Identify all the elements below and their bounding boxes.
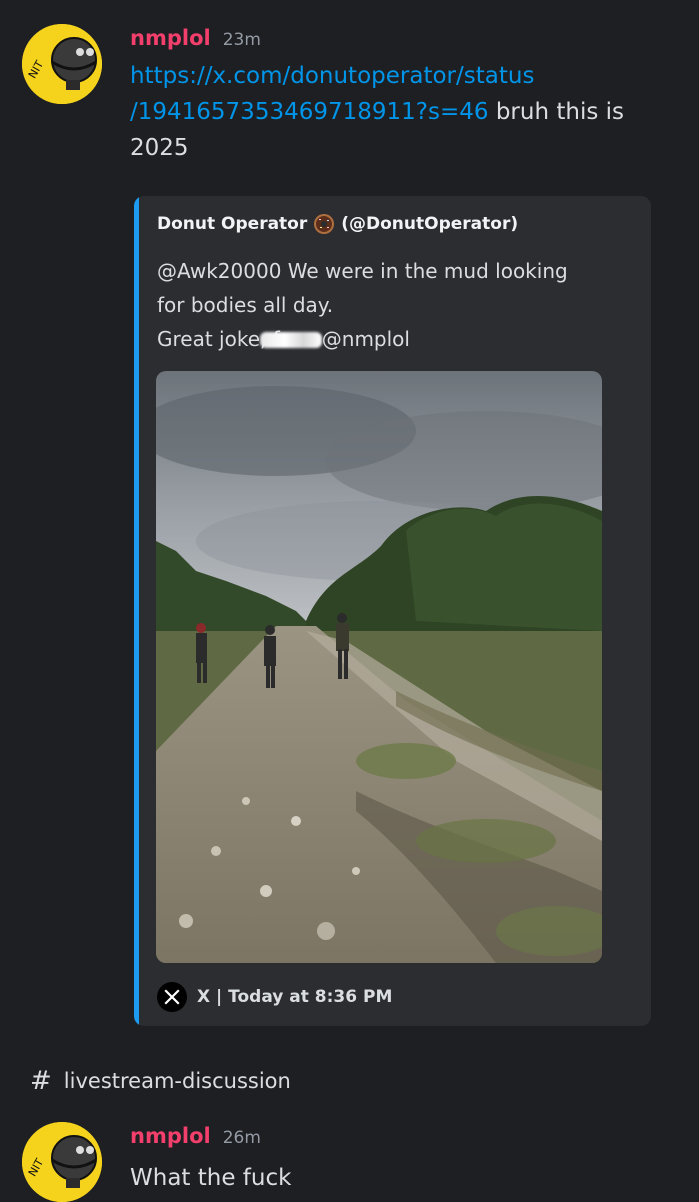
message-header: nmplol 26m — [130, 1124, 261, 1148]
embed-desc-line3: Great joke, f @nmplol — [157, 322, 627, 356]
embed-photo[interactable] — [156, 371, 602, 963]
avatar-image: NIT — [22, 1122, 102, 1202]
username[interactable]: nmplol — [130, 26, 211, 50]
embed-desc-line3-end: @nmplol — [321, 327, 410, 351]
x-logo-icon — [157, 982, 187, 1012]
status-link-line1: https://x.com/donutoperator/status — [130, 63, 535, 89]
embed-desc-line1: @Awk20000 We were in the mud looking — [157, 259, 568, 283]
message-timestamp: 23m — [222, 30, 261, 50]
link-embed: Donut Operator (@DonutOperator) @Awk2000… — [134, 196, 651, 1026]
username[interactable]: nmplol — [130, 1124, 211, 1148]
photo-dirt-road-scene — [156, 371, 602, 963]
avatar-image: NIT — [22, 24, 102, 104]
message-text: What the fuck — [130, 1165, 292, 1191]
embed-description: @Awk20000 We were in the mud looking for… — [157, 254, 627, 356]
message-header: nmplol 23m — [130, 26, 261, 50]
message-content: https://x.com/donutoperator/status/19416… — [130, 58, 659, 166]
user-avatar[interactable]: NIT — [22, 1122, 102, 1202]
status-link-line2: /1941657353469718911?s=46 — [130, 99, 489, 125]
embed-footer: X | Today at 8:36 PM — [157, 982, 392, 1012]
channel-link[interactable]: # livestream-discussion — [30, 1066, 291, 1096]
embed-author[interactable]: Donut Operator (@DonutOperator) — [157, 213, 518, 235]
embed-desc-line2: for bodies all day. — [157, 293, 334, 317]
embed-author-name: Donut Operator — [157, 214, 308, 234]
redaction-mark — [259, 332, 322, 348]
channel-name: livestream-discussion — [63, 1069, 291, 1093]
embed-author-handle: (@DonutOperator) — [341, 214, 519, 234]
status-link[interactable]: https://x.com/donutoperator/status/19416… — [130, 63, 534, 125]
message-text: bruh this is — [488, 99, 624, 125]
embed-footer-text: X | Today at 8:36 PM — [197, 987, 393, 1007]
message-text-line3: 2025 — [130, 135, 189, 161]
donut-emoji-icon — [314, 214, 335, 234]
embed-accent-bar — [134, 196, 139, 1026]
message-content: What the fuck — [130, 1160, 659, 1196]
user-avatar[interactable]: NIT — [22, 24, 102, 104]
message-timestamp: 26m — [222, 1128, 261, 1148]
hash-icon: # — [30, 1066, 52, 1096]
